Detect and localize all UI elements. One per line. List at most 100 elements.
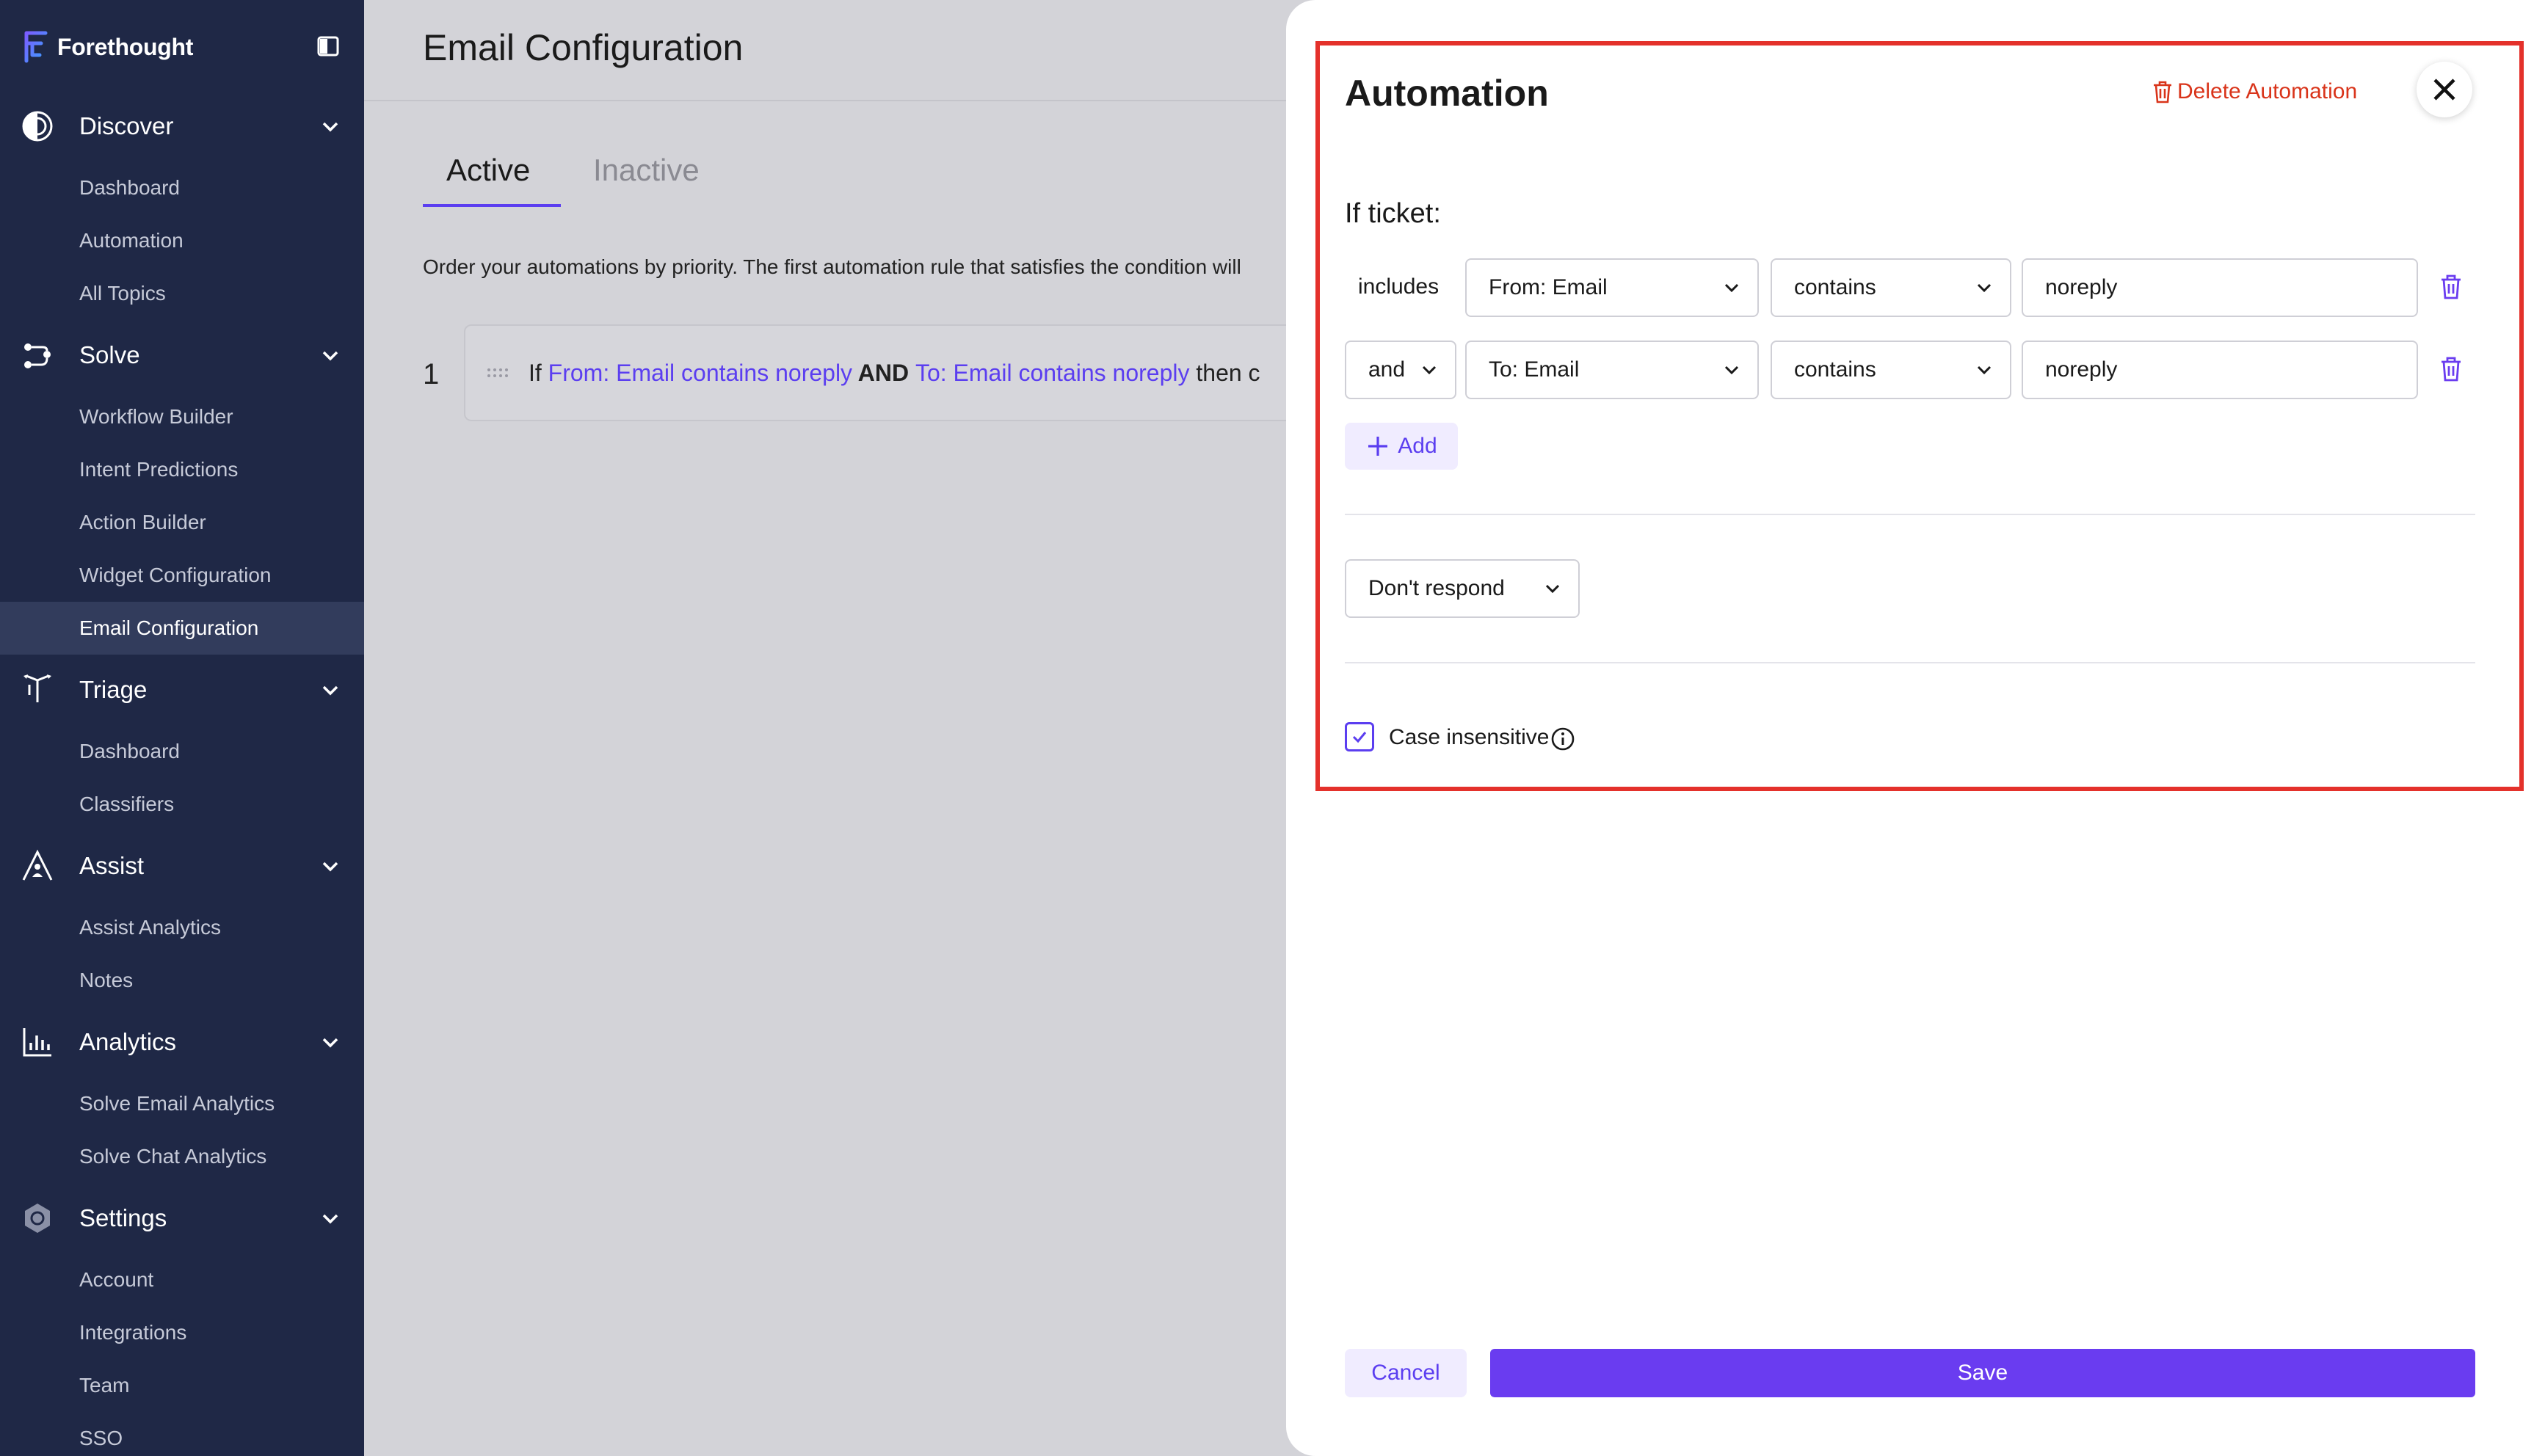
sidebar-item-label: Assist Analytics (79, 916, 221, 939)
condition-value-input[interactable] (2022, 341, 2418, 399)
sidebar-section-settings[interactable]: Settings (0, 1192, 364, 1245)
sidebar-item-label: Workflow Builder (79, 405, 233, 428)
rule-condition-2: To: Email contains noreply (915, 360, 1190, 386)
sidebar-item-label: Automation (79, 229, 184, 252)
divider (1345, 514, 2475, 515)
close-button[interactable] (2417, 62, 2472, 117)
page-header: Email Configuration (364, 0, 1286, 101)
brand-name: Forethought (57, 33, 194, 60)
condition-comparator-select[interactable]: contains (1771, 341, 2011, 399)
chevron-down-icon (1724, 283, 1739, 293)
automation-drawer: Automation Delete Automation If ticket: … (1286, 0, 2534, 1456)
divider (1345, 662, 2475, 663)
case-insensitive-checkbox[interactable] (1345, 722, 1374, 751)
sidebar-item-label: Classifiers (79, 793, 175, 815)
add-condition-button[interactable]: Add (1345, 423, 1458, 470)
sidebar-item-classifiers[interactable]: Classifiers (0, 778, 364, 831)
sidebar-collapse-icon[interactable] (317, 35, 339, 57)
sidebar-item-label: All Topics (79, 282, 166, 305)
forethought-logo-icon (24, 31, 48, 63)
automation-rule-card[interactable]: If From: Email contains noreply AND To: … (464, 324, 1345, 421)
delete-automation-button[interactable]: Delete Automation (2151, 79, 2357, 104)
save-button[interactable]: Save (1490, 1349, 2475, 1397)
rule-priority-number: 1 (423, 358, 440, 390)
solve-icon (24, 343, 51, 368)
action-select[interactable]: Don't respond (1345, 559, 1580, 618)
sidebar-item-label: Widget Configuration (79, 564, 272, 586)
sidebar-item-email-configuration[interactable]: Email Configuration (0, 602, 364, 655)
sidebar-section-label: Triage (79, 676, 148, 703)
chevron-down-icon (1724, 365, 1739, 375)
page-title: Email Configuration (423, 27, 744, 68)
chevron-down-icon[interactable] (319, 854, 342, 878)
chevron-down-icon[interactable] (319, 114, 342, 138)
sidebar-item-label: Integrations (79, 1321, 187, 1344)
close-icon (2433, 79, 2455, 101)
sidebar-section-discover[interactable]: Discover (0, 100, 364, 153)
sidebar-item-notes[interactable]: Notes (0, 954, 364, 1007)
sidebar-item-widget-configuration[interactable]: Widget Configuration (0, 549, 364, 602)
condition-comparator-select[interactable]: contains (1771, 258, 2011, 317)
drag-handle-icon[interactable] (486, 367, 509, 379)
sidebar-item-account[interactable]: Account (0, 1253, 364, 1306)
highlight-annotation-box (1315, 41, 2524, 791)
select-value: To: Email (1489, 357, 1580, 382)
sidebar-item-intent-predictions[interactable]: Intent Predictions (0, 443, 364, 496)
sidebar-item-solve-email-analytics[interactable]: Solve Email Analytics (0, 1077, 364, 1130)
chevron-down-icon[interactable] (319, 678, 342, 702)
sidebar-item-label: Notes (79, 969, 134, 991)
rule-summary: If From: Email contains noreply AND To: … (529, 360, 1260, 387)
select-value: and (1368, 357, 1406, 382)
sidebar-section-solve[interactable]: Solve (0, 329, 364, 382)
condition-value-input[interactable] (2022, 258, 2418, 317)
case-insensitive-label: Case insensitive (1389, 725, 1550, 749)
sidebar-item-label: SSO (79, 1427, 123, 1449)
sidebar-item-workflow-builder[interactable]: Workflow Builder (0, 390, 364, 443)
sidebar-item-sso[interactable]: SSO (0, 1412, 364, 1456)
select-value: contains (1794, 357, 1876, 382)
checkmark-icon (1352, 732, 1367, 743)
brand[interactable]: Forethought (22, 28, 193, 66)
chevron-down-icon[interactable] (319, 1030, 342, 1054)
drawer-title: Automation (1345, 73, 1549, 114)
sidebar-item-label: Solve Chat Analytics (79, 1145, 267, 1168)
trash-icon (2154, 81, 2171, 103)
delete-automation-label: Delete Automation (2177, 79, 2358, 103)
chevron-down-icon (1977, 283, 1992, 293)
chevron-down-icon (1977, 365, 1992, 375)
sidebar-item-triage-dashboard[interactable]: Dashboard (0, 725, 364, 778)
automation-description: Order your automations by priority. The … (423, 255, 1241, 278)
tab-inactive[interactable]: Inactive (570, 147, 723, 207)
sidebar-item-label: Solve Email Analytics (79, 1092, 275, 1115)
sidebar-item-action-builder[interactable]: Action Builder (0, 496, 364, 549)
info-icon[interactable] (1550, 727, 1575, 751)
sidebar-item-team[interactable]: Team (0, 1359, 364, 1412)
trash-icon[interactable] (2439, 355, 2464, 383)
sidebar-item-integrations[interactable]: Integrations (0, 1306, 364, 1359)
trash-icon[interactable] (2439, 273, 2464, 301)
sidebar-item-label: Email Configuration (79, 616, 259, 639)
sidebar-item-assist-analytics[interactable]: Assist Analytics (0, 901, 364, 954)
condition-field-select[interactable]: To: Email (1465, 341, 1759, 399)
sidebar-section-analytics[interactable]: Analytics (0, 1016, 364, 1069)
chevron-down-icon[interactable] (319, 343, 342, 367)
chevron-down-icon[interactable] (319, 1206, 342, 1230)
sidebar-item-discover-dashboard[interactable]: Dashboard (0, 161, 364, 214)
tab-active[interactable]: Active (423, 147, 561, 207)
sidebar-item-solve-chat-analytics[interactable]: Solve Chat Analytics (0, 1130, 364, 1183)
select-value: Don't respond (1368, 576, 1505, 600)
sidebar-section-triage[interactable]: Triage (0, 663, 364, 716)
sidebar-section-label: Assist (79, 852, 145, 879)
discover-icon (22, 111, 53, 142)
sidebar: Forethought Discover Dashboard Automatio… (0, 0, 364, 1456)
triage-icon (23, 674, 51, 702)
condition-operator-select[interactable]: and (1345, 341, 1456, 399)
sidebar-section-assist[interactable]: Assist (0, 840, 364, 892)
assist-icon (22, 849, 53, 881)
rule-condition-1: From: Email contains noreply (548, 360, 853, 386)
sidebar-item-all-topics[interactable]: All Topics (0, 267, 364, 320)
sidebar-item-automation[interactable]: Automation (0, 214, 364, 267)
condition-field-select[interactable]: From: Email (1465, 258, 1759, 317)
rule-joiner: AND (852, 360, 915, 386)
cancel-button[interactable]: Cancel (1345, 1349, 1467, 1397)
